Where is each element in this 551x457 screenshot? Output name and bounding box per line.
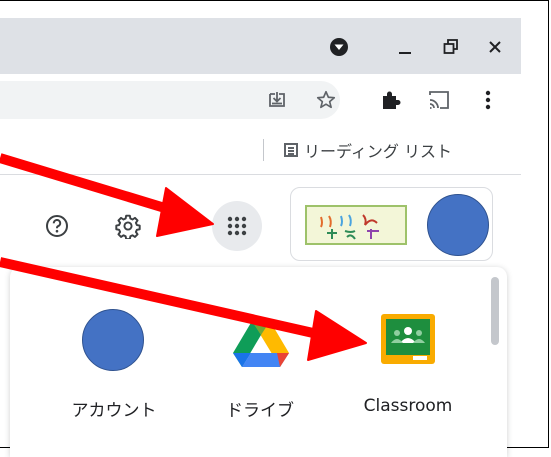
annotation-arrows: [0, 153, 367, 361]
arrow-to-apps-button: [0, 153, 214, 237]
arrow-to-classroom: [0, 257, 367, 361]
